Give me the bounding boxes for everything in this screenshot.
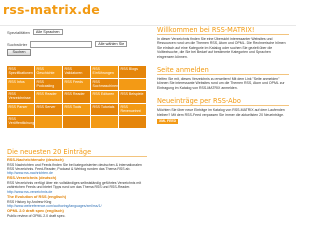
category-filter-label: Spezialitäten — [7, 29, 30, 35]
category-tile[interactable]: RSS Einführungen — [91, 66, 118, 78]
category-tile[interactable]: RSS Reader — [63, 91, 90, 103]
newest-entries-list: RSS-Nachrichtenuhr (deutsch) RSS Nachrich… — [7, 157, 147, 219]
submit-site-title[interactable]: Seite anmelden — [157, 66, 289, 76]
logo-tld: .de — [77, 2, 100, 17]
entry-description: RSS Verzeichnis verfügt über ein vollstä… — [7, 181, 142, 190]
welcome-box: Willkommen bei RSS-MATRIX! In dieser Ver… — [157, 26, 289, 59]
search-filter-row: Spezialitäten Alle Sprachen — [7, 28, 147, 36]
rss-feed-box: Neueinträge per RSS-Abo Möchten Sie über… — [157, 97, 289, 125]
site-logo[interactable]: rss-matrix.de — [3, 3, 100, 17]
xml-feed-button[interactable]: XML FEED — [157, 119, 179, 125]
category-tile[interactable]: RSS Podcasting — [35, 78, 62, 90]
language-select[interactable]: Alle Sprachen — [32, 29, 63, 35]
list-item: RSS-Nachrichtenuhr (deutsch) RSS Nachrich… — [7, 157, 147, 175]
entry-description: Public review of OPML 2.0 draft spec. — [7, 213, 66, 218]
newest-entries-title: Die neuesten 20 Einträge — [7, 148, 147, 157]
category-tile[interactable]: RSS Spezifikationen — [7, 66, 34, 78]
search-button[interactable]: Suchen — [7, 49, 31, 56]
logo-text: rss-matrix — [3, 2, 78, 17]
sort-select[interactable]: Alle wählen Sie — [95, 41, 128, 47]
category-tile — [63, 116, 90, 128]
submit-site-box: Seite anmelden Helfen Sie mit, dieses Ve… — [157, 66, 289, 90]
category-tile[interactable]: RSS Editoren — [91, 91, 118, 103]
category-tile[interactable]: RSS Beispiele — [119, 91, 146, 103]
rss-feed-title: Neueinträge per RSS-Abo — [157, 97, 289, 107]
category-tile[interactable]: RSS Suchmaschinen — [91, 78, 118, 90]
list-item: The Evolution of RSS (englisch) RSS Histo… — [7, 194, 147, 208]
category-tile[interactable]: RSS Tutorials — [91, 103, 118, 115]
category-tile[interactable]: RSS Feeds — [63, 78, 90, 90]
header-bar: rss-matrix.de — [0, 0, 296, 26]
category-tile — [35, 116, 62, 128]
category-tile — [119, 78, 146, 90]
category-tile — [91, 116, 118, 128]
category-tile[interactable]: RSS Blogs — [119, 66, 146, 78]
category-tile[interactable]: RSS Server — [35, 103, 62, 115]
category-tile[interactable]: RSS Tools — [63, 103, 90, 115]
list-item: OPML 2.0 draft spec (englisch) Public rev… — [7, 209, 147, 218]
category-tile[interactable]: RSS Revenueinnt — [119, 103, 146, 115]
right-column: Willkommen bei RSS-MATRIX! In dieser Ver… — [157, 26, 289, 131]
category-tile — [119, 116, 146, 128]
search-input[interactable] — [30, 40, 93, 48]
list-item: RSS-Verzeichnis (deutsch) RSS Verzeichnis… — [7, 176, 147, 194]
rss-feed-text: Möchten Sie über neue Einträge im Katalo… — [157, 108, 285, 117]
category-tile[interactable]: RSS Verzeichnisse — [7, 91, 34, 103]
welcome-text: In dieser Verzeichnis finden Sie eine Üb… — [157, 37, 286, 59]
category-grid: RSS Spezifikationen RSS Geschichte RSS Val… — [7, 66, 147, 128]
category-tile[interactable]: RSS Reader — [35, 91, 62, 103]
category-tile[interactable]: RSS Geschichte — [35, 66, 62, 78]
category-tile[interactable]: RSS Infos — [7, 78, 34, 90]
search-query-row: Suchwörter Alle wählen Sie — [7, 40, 147, 48]
entry-description: RSS Nachrichten und Feeds finden Sie bei… — [7, 162, 142, 171]
category-tile[interactable]: RSS Validatoren — [63, 66, 90, 78]
category-tile[interactable]: RSS Parser — [7, 103, 34, 115]
submit-site-text: Helfen Sie mit, dieses Verzeichnis zu er… — [157, 77, 285, 90]
query-label: Suchwörter — [7, 41, 28, 47]
welcome-title: Willkommen bei RSS-MATRIX! — [157, 26, 289, 35]
category-tile[interactable]: RSS Veröffentlichung — [7, 116, 34, 128]
